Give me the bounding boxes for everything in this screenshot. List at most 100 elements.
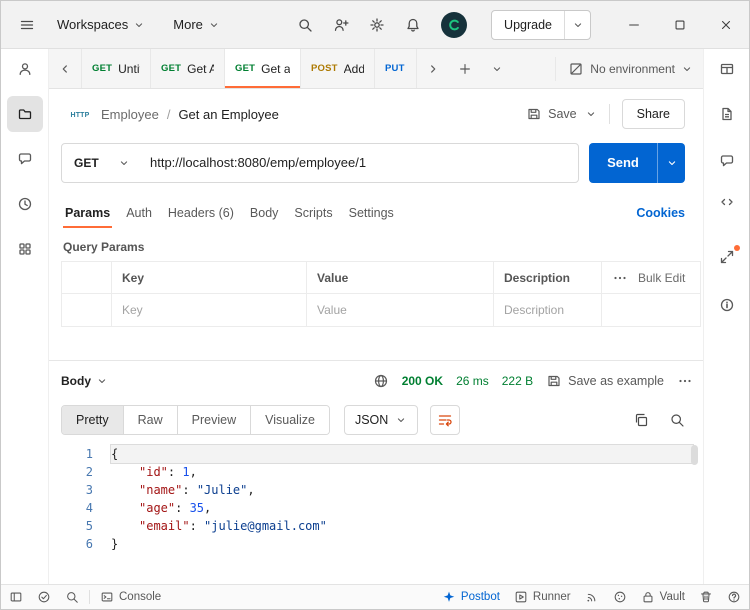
status-badge[interactable]: 200 OK	[402, 374, 443, 388]
tab-scripts[interactable]: Scripts	[292, 198, 334, 228]
info-panel-button[interactable]	[711, 289, 743, 321]
no-environment-icon	[570, 62, 582, 75]
wrap-lines-button[interactable]	[430, 405, 461, 435]
comments-panel-button[interactable]	[711, 145, 743, 177]
search-response-button[interactable]	[669, 412, 685, 428]
breadcrumb-collection[interactable]: Employee	[101, 107, 159, 122]
tab-body[interactable]: Body	[248, 198, 281, 228]
tab-options-button[interactable]	[485, 57, 509, 81]
view-pretty[interactable]: Pretty	[62, 406, 123, 434]
breadcrumb-separator: /	[166, 106, 171, 122]
response-more-options-icon[interactable]	[677, 373, 693, 389]
help-button[interactable]	[727, 590, 741, 604]
value-cell[interactable]: Value	[307, 294, 494, 326]
http-request-icon: HTTP	[70, 112, 89, 119]
tab-auth[interactable]: Auth	[124, 198, 154, 228]
sidebar-item-collections[interactable]	[6, 96, 43, 132]
request-tab-put[interactable]: PUT	[375, 49, 417, 88]
request-tab-add[interactable]: POST Add	[301, 49, 375, 88]
maximize-button[interactable]	[657, 1, 703, 48]
notification-dot	[733, 245, 740, 251]
console-button[interactable]: Console	[100, 590, 161, 604]
code-token: "name"	[139, 483, 183, 497]
save-button[interactable]: Save	[526, 106, 577, 122]
response-body-editor[interactable]: 1 { 2 "id": 1, 3 "name": "Julie", 4 "age…	[49, 445, 703, 553]
vault-label: Vault	[659, 591, 685, 603]
save-as-example-button[interactable]: Save as example	[546, 373, 664, 389]
sidebar-item-apis[interactable]	[7, 231, 43, 267]
workspaces-menu[interactable]: Workspaces	[57, 17, 145, 32]
sidebar-item-history[interactable]	[7, 186, 43, 222]
response-size[interactable]: 222 B	[502, 374, 533, 388]
close-button[interactable]	[703, 1, 749, 48]
copy-response-button[interactable]	[633, 412, 649, 428]
url-input[interactable]	[142, 155, 578, 170]
trash-button[interactable]	[699, 590, 713, 604]
url-bar: GET Send	[49, 139, 703, 186]
search-button[interactable]	[291, 11, 319, 39]
cookies-link[interactable]: Cookies	[636, 206, 685, 220]
capture-requests-button[interactable]	[585, 590, 599, 604]
tab-params[interactable]: Params	[63, 198, 113, 228]
postbot-button[interactable]: Postbot	[442, 590, 500, 604]
description-cell[interactable]: Description	[494, 294, 602, 326]
toggle-sidebar-button[interactable]	[9, 590, 23, 604]
documentation-panel-button[interactable]	[711, 98, 743, 130]
expand-panel-button[interactable]	[711, 241, 743, 273]
tab-label: Add	[343, 61, 364, 76]
more-options-icon[interactable]	[612, 270, 628, 286]
code-token: "julie@gmail.com"	[204, 519, 327, 533]
minimize-button[interactable]	[611, 1, 657, 48]
main-menu-button[interactable]	[13, 11, 41, 39]
environment-quick-look[interactable]	[711, 53, 743, 85]
view-visualize[interactable]: Visualize	[250, 406, 329, 434]
request-tabstrip: GET Untitle GET Get A GET Get an POST Ad…	[49, 49, 703, 89]
view-raw[interactable]: Raw	[122, 406, 177, 434]
scrollbar-thumb[interactable]	[691, 445, 698, 465]
view-preview[interactable]: Preview	[176, 406, 251, 434]
save-options-button[interactable]	[585, 108, 597, 120]
sidebar-item-user[interactable]	[7, 51, 43, 87]
signal-icon	[587, 593, 595, 602]
breadcrumb-request-name[interactable]: Get an Employee	[178, 107, 278, 122]
sidebar-item-mock[interactable]	[7, 141, 43, 177]
more-menu[interactable]: More	[173, 17, 220, 32]
send-options-button[interactable]	[657, 142, 685, 183]
upgrade-caret-button[interactable]	[564, 10, 590, 39]
bulk-edit-button[interactable]: Bulk Edit	[638, 271, 685, 285]
method-selector[interactable]: GET	[62, 156, 142, 170]
postbot-label: Postbot	[460, 591, 500, 603]
tabs-forward-button[interactable]	[421, 57, 445, 81]
settings-button[interactable]	[363, 11, 391, 39]
code-panel-button[interactable]	[711, 186, 743, 218]
cookies-button[interactable]	[613, 590, 627, 604]
code-token: :	[175, 501, 190, 515]
send-button[interactable]: Send	[589, 143, 657, 183]
line-number: 4	[85, 501, 93, 515]
response-body-dropdown[interactable]: Body	[61, 374, 108, 388]
tab-headers[interactable]: Headers (6)	[166, 198, 236, 228]
avatar[interactable]	[441, 11, 468, 38]
checks-button[interactable]	[37, 590, 51, 604]
upgrade-button[interactable]: Upgrade	[492, 11, 564, 39]
runner-button[interactable]: Runner	[514, 590, 571, 604]
vault-button[interactable]: Vault	[641, 590, 685, 604]
globe-icon[interactable]	[373, 373, 389, 389]
row-select-cell[interactable]	[62, 294, 112, 326]
environment-selector[interactable]: No environment	[555, 56, 703, 81]
language-dropdown[interactable]: JSON	[343, 405, 419, 435]
tab-settings[interactable]: Settings	[347, 198, 396, 228]
tabs-back-button[interactable]	[53, 57, 77, 81]
new-tab-button[interactable]	[453, 57, 477, 81]
response-time[interactable]: 26 ms	[456, 374, 489, 388]
request-tab-get-a[interactable]: GET Get A	[151, 49, 225, 88]
share-button[interactable]: Share	[621, 99, 685, 129]
profile-logo-icon	[449, 19, 459, 30]
notifications-button[interactable]	[399, 11, 427, 39]
request-tab-get-an-employee[interactable]: GET Get an	[225, 49, 301, 88]
key-cell[interactable]: Key	[112, 294, 307, 326]
find-button[interactable]	[65, 590, 79, 604]
chevron-down-icon	[210, 22, 218, 27]
request-tab-untitled[interactable]: GET Untitle	[81, 49, 151, 88]
invite-button[interactable]	[327, 11, 355, 39]
